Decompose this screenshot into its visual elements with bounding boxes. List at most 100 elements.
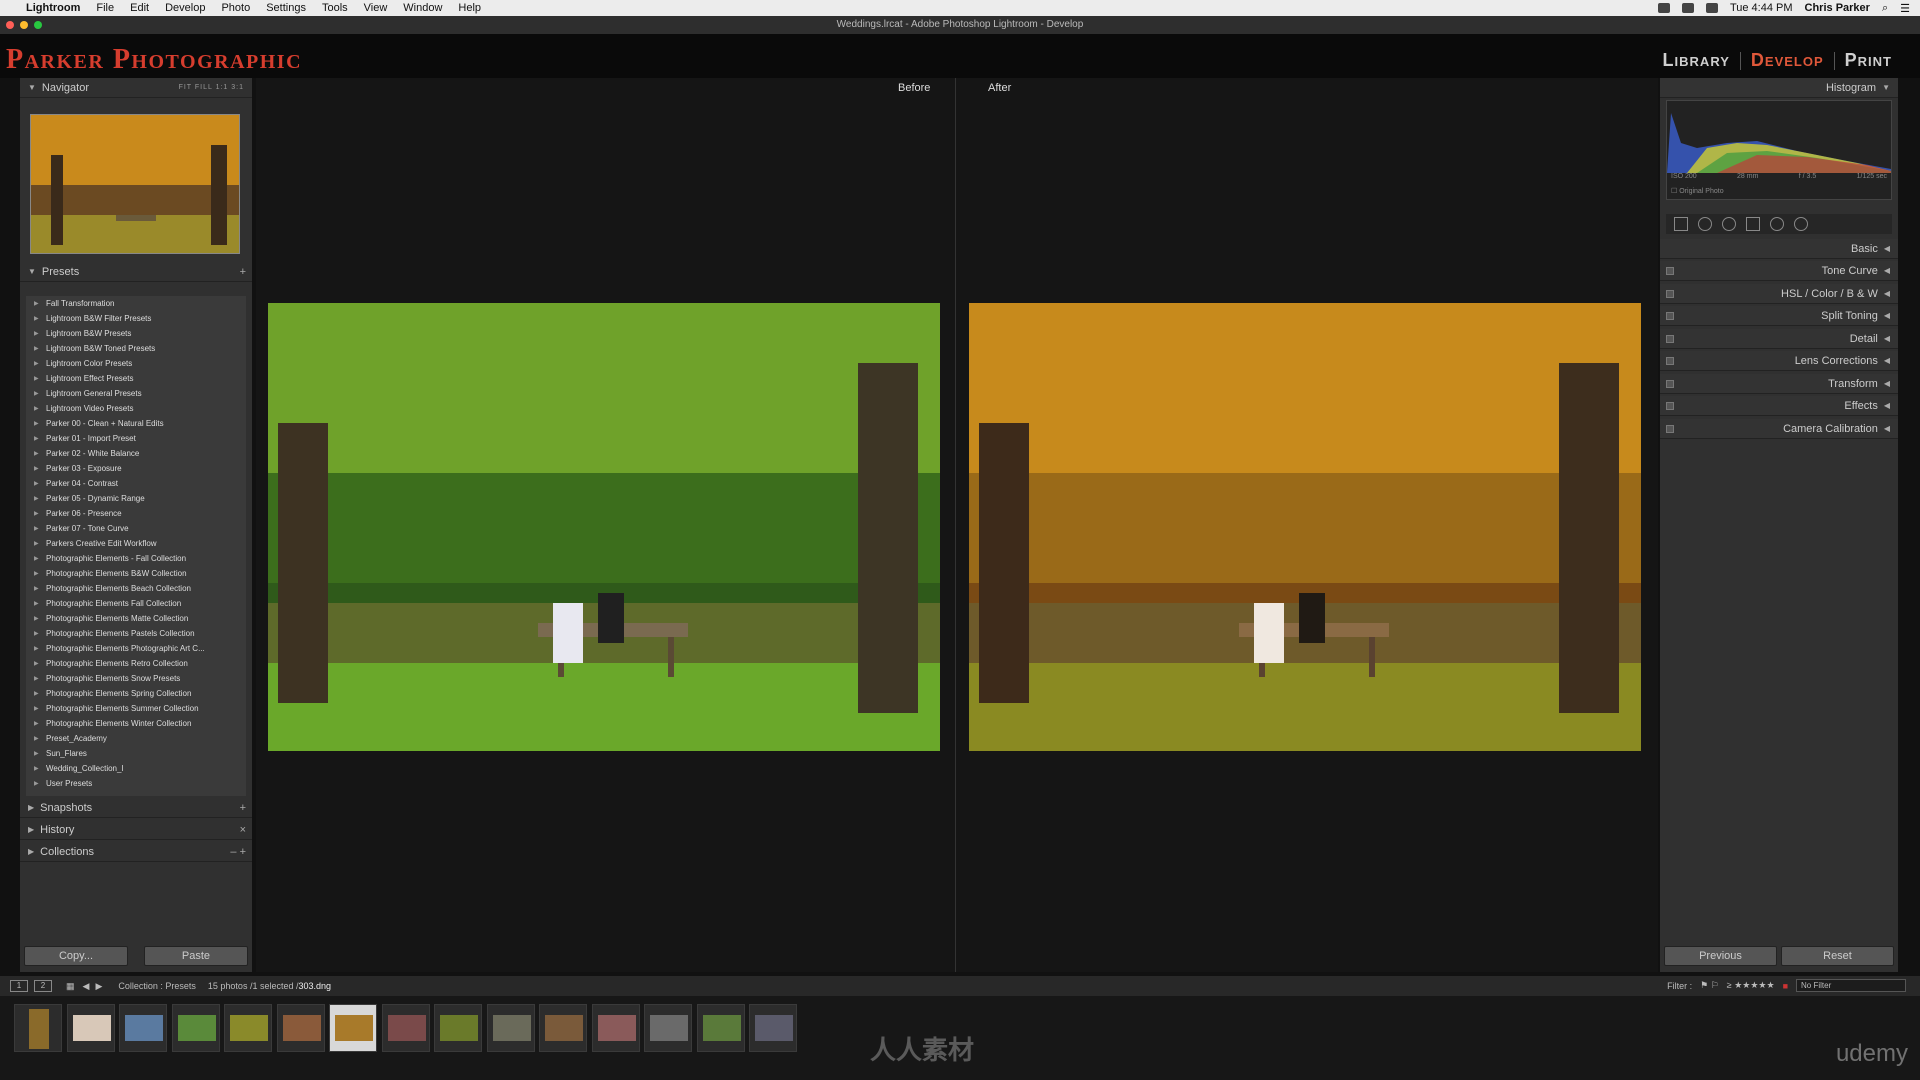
search-icon[interactable]: ⌕ (1882, 2, 1888, 15)
current-file[interactable]: 303.dng (298, 981, 331, 991)
preset-folder[interactable]: ▶ Parker 00 - Clean + Natural Edits (26, 416, 246, 431)
collections-header[interactable]: ▶ Collections – + (20, 842, 252, 862)
panel-transform[interactable]: Transform ◀ (1660, 374, 1898, 394)
minimize-button[interactable] (20, 21, 28, 29)
preset-folder[interactable]: ▶ Lightroom B&W Toned Presets (26, 341, 246, 356)
wifi-icon[interactable] (1681, 3, 1694, 13)
panel-camera-calibration[interactable]: Camera Calibration ◀ (1660, 419, 1898, 439)
panel-lens-corrections[interactable]: Lens Corrections ◀ (1660, 351, 1898, 371)
navigator-header[interactable]: ▼ Navigator FIT FILL 1:1 3:1 (20, 78, 252, 98)
snapshots-header[interactable]: ▶ Snapshots + (20, 798, 252, 818)
history-header[interactable]: ▶ History × (20, 820, 252, 840)
crop-icon[interactable] (1674, 217, 1688, 231)
filmstrip-thumbnail[interactable] (224, 1004, 272, 1052)
module-develop[interactable]: Develop (1741, 50, 1834, 71)
panel-switch[interactable] (1666, 356, 1674, 365)
preset-folder[interactable]: ▶ Lightroom B&W Filter Presets (26, 311, 246, 326)
after-photo[interactable] (969, 303, 1641, 751)
histogram-header[interactable]: Histogram ▼ (1660, 78, 1898, 98)
add-preset-icon[interactable]: + (240, 266, 246, 278)
preset-folder[interactable]: ▶ Photographic Elements - Fall Collection (26, 551, 246, 566)
preset-folder[interactable]: ▶ Lightroom Video Presets (26, 401, 246, 416)
panel-switch[interactable] (1666, 289, 1674, 298)
radial-filter-icon[interactable] (1770, 217, 1784, 231)
menu-view[interactable]: View (364, 2, 388, 14)
preset-folder[interactable]: ▶ Photographic Elements Spring Collection (26, 686, 246, 701)
panel-basic[interactable]: Basic ◀ (1660, 239, 1898, 259)
filmstrip-thumbnail[interactable] (749, 1004, 797, 1052)
spot-removal-icon[interactable] (1698, 217, 1712, 231)
main-window-button[interactable]: 1 (10, 980, 28, 992)
preset-folder[interactable]: ▶ Photographic Elements Photographic Art … (26, 641, 246, 656)
preset-folder[interactable]: ▶ Lightroom Color Presets (26, 356, 246, 371)
volume-icon[interactable] (1705, 3, 1718, 13)
panel-detail[interactable]: Detail ◀ (1660, 329, 1898, 349)
filter-preset-select[interactable]: No Filter (1796, 979, 1906, 992)
filmstrip-thumbnail[interactable] (329, 1004, 377, 1052)
dropbox-icon[interactable] (1657, 3, 1670, 13)
module-library[interactable]: Library (1653, 50, 1740, 71)
preset-folder[interactable]: ▶ Parker 05 - Dynamic Range (26, 491, 246, 506)
preset-folder[interactable]: ▶ Photographic Elements B&W Collection (26, 566, 246, 581)
preset-folder[interactable]: ▶ Photographic Elements Summer Collection (26, 701, 246, 716)
paste-button[interactable]: Paste (144, 946, 248, 966)
menu-settings[interactable]: Settings (266, 2, 306, 14)
preset-folder[interactable]: ▶ Parker 01 - Import Preset (26, 431, 246, 446)
filmstrip-thumbnail[interactable] (276, 1004, 325, 1052)
flag-filter-icons[interactable]: ⚑ ⚐ (1700, 980, 1719, 991)
preset-folder[interactable]: ▶ Photographic Elements Pastels Collectio… (26, 626, 246, 641)
filmstrip-thumbnail[interactable] (591, 1004, 640, 1052)
filmstrip-thumbnail[interactable] (66, 1004, 115, 1052)
preset-folder[interactable]: ▶ Parker 06 - Presence (26, 506, 246, 521)
preset-folder[interactable]: ▶ Fall Transformation (26, 296, 246, 311)
zoom-options[interactable]: FIT FILL 1:1 3:1 (179, 84, 244, 91)
panel-switch[interactable] (1666, 311, 1674, 320)
user-name[interactable]: Chris Parker (1805, 2, 1870, 14)
color-label-filter[interactable]: ■ (1783, 981, 1788, 991)
histogram[interactable]: ISO 200 28 mm f / 3.5 1/125 sec ☐ Origin… (1666, 100, 1892, 200)
graduated-filter-icon[interactable] (1746, 217, 1760, 231)
preset-folder[interactable]: ▶ Preset_Academy (26, 731, 246, 746)
menu-photo[interactable]: Photo (221, 2, 250, 14)
notification-icon[interactable]: ☰ (1900, 2, 1910, 15)
panel-switch[interactable] (1666, 424, 1674, 433)
menu-tools[interactable]: Tools (322, 2, 348, 14)
preset-folder[interactable]: ▶ Parker 03 - Exposure (26, 461, 246, 476)
forward-arrow-icon[interactable]: ▶ (95, 981, 102, 992)
filmstrip-thumbnail[interactable] (696, 1004, 745, 1052)
original-photo-checkbox[interactable]: ☐ (1671, 188, 1677, 195)
preset-folder[interactable]: ▶ Photographic Elements Fall Collection (26, 596, 246, 611)
preset-folder[interactable]: ▶ Photographic Elements Retro Collection (26, 656, 246, 671)
preset-folder[interactable]: ▶ Parker 07 - Tone Curve (26, 521, 246, 536)
panel-hsl[interactable]: HSL / Color / B & W ◀ (1660, 284, 1898, 304)
filmstrip-thumbnail[interactable] (381, 1004, 430, 1052)
panel-switch[interactable] (1666, 401, 1674, 410)
preset-folder[interactable]: ▶ Sun_Flares (26, 746, 246, 761)
preset-folder[interactable]: ▶ Photographic Elements Winter Collection (26, 716, 246, 731)
panel-split-toning[interactable]: Split Toning ◀ (1660, 306, 1898, 326)
filmstrip-thumbnail[interactable] (119, 1004, 167, 1052)
grid-view-icon[interactable]: ▦ (66, 981, 75, 992)
module-print[interactable]: Print (1835, 50, 1902, 71)
preset-folder[interactable]: ▶ Photographic Elements Matte Collection (26, 611, 246, 626)
collection-actions-icon[interactable]: – + (230, 846, 246, 858)
rating-filter[interactable]: ≥ ★★★★★ (1727, 980, 1775, 991)
navigator-preview[interactable] (30, 114, 240, 254)
preset-folder[interactable]: ▶ Photographic Elements Beach Collection (26, 581, 246, 596)
red-eye-icon[interactable] (1722, 217, 1736, 231)
menu-develop[interactable]: Develop (165, 2, 205, 14)
filmstrip-thumbnail[interactable] (539, 1004, 587, 1052)
adjustment-brush-icon[interactable] (1794, 217, 1808, 231)
preset-folder[interactable]: ▶ User Presets (26, 776, 246, 791)
menu-help[interactable]: Help (458, 2, 481, 14)
panel-switch[interactable] (1666, 379, 1674, 388)
preset-folder[interactable]: ▶ Lightroom Effect Presets (26, 371, 246, 386)
filmstrip-thumbnail[interactable] (14, 1004, 62, 1052)
clock[interactable]: Tue 4:44 PM (1730, 2, 1793, 14)
filmstrip-thumbnail[interactable] (434, 1004, 482, 1052)
reset-button[interactable]: Reset (1781, 946, 1894, 966)
source-breadcrumb[interactable]: Collection : Presets (118, 981, 196, 991)
panel-tone-curve[interactable]: Tone Curve ◀ (1660, 261, 1898, 281)
preset-folder[interactable]: ▶ Photographic Elements Snow Presets (26, 671, 246, 686)
clear-history-icon[interactable]: × (240, 824, 246, 836)
